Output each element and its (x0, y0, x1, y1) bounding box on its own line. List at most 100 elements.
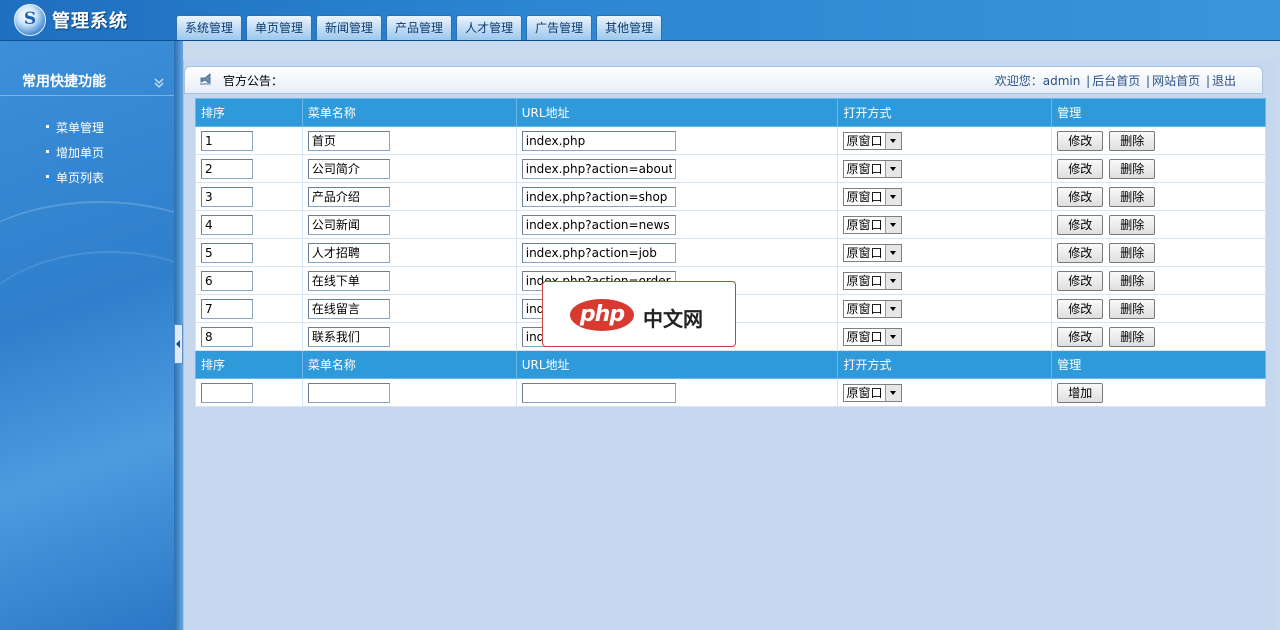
menu-name-input[interactable] (307, 158, 390, 179)
dropdown-arrow-icon (884, 132, 901, 149)
open-mode-select[interactable]: 原窗口 (843, 215, 902, 234)
dropdown-arrow-icon (884, 160, 901, 177)
menu-name-input[interactable] (307, 326, 390, 347)
select-value: 原窗口 (846, 273, 883, 288)
sidebar: 常用快捷功能 菜单管理 增加单页 单页列表 (0, 41, 174, 630)
select-value: 原窗口 (846, 133, 883, 148)
delete-button[interactable]: 删除 (1109, 214, 1156, 235)
new-name-input[interactable] (307, 382, 390, 403)
sidebar-item-page-list[interactable]: 单页列表 (46, 170, 104, 195)
double-chevron-down-icon[interactable] (154, 77, 164, 89)
order-input[interactable] (201, 242, 253, 263)
col-header-manage: 管理 (1051, 350, 1266, 379)
announcement-icon (200, 73, 211, 85)
delete-button[interactable]: 删除 (1109, 326, 1156, 347)
notice-bar: 官方公告： 欢迎您：admin | 后台首页 | 网站首页 | 退出 (184, 66, 1263, 94)
sidebar-item-menu-manage[interactable]: 菜单管理 (46, 120, 104, 145)
order-input[interactable] (201, 298, 253, 319)
nav-tab-jobs[interactable]: 人才管理 (456, 15, 523, 40)
order-input[interactable] (201, 270, 253, 291)
edit-button[interactable]: 修改 (1057, 270, 1104, 291)
dropdown-arrow-icon (884, 300, 901, 317)
url-input[interactable] (521, 242, 676, 263)
menu-name-input[interactable] (307, 298, 390, 319)
divider: | (1146, 74, 1151, 88)
add-button[interactable]: 增加 (1057, 382, 1104, 403)
url-input[interactable] (521, 214, 676, 235)
delete-button[interactable]: 删除 (1109, 298, 1156, 319)
nav-tab-products[interactable]: 产品管理 (386, 15, 453, 40)
select-value: 原窗口 (846, 385, 883, 400)
col-header-order: 排序 (195, 350, 303, 379)
nav-tab-pages[interactable]: 单页管理 (246, 15, 313, 40)
delete-button[interactable]: 删除 (1109, 186, 1156, 207)
watermark-text: 中文网 (643, 307, 703, 331)
nav-tab-ads[interactable]: 广告管理 (526, 15, 593, 40)
nav-tab-news[interactable]: 新闻管理 (316, 15, 383, 40)
edit-button[interactable]: 修改 (1057, 214, 1104, 235)
app-title: 管理系统 (52, 11, 128, 32)
top-header: 管理系统 系统管理 单页管理 新闻管理 产品管理 人才管理 广告管理 其他管理 (0, 0, 1280, 41)
delete-button[interactable]: 删除 (1109, 242, 1156, 263)
dropdown-arrow-icon (884, 384, 901, 401)
order-input[interactable] (201, 186, 253, 207)
order-input[interactable] (201, 158, 253, 179)
delete-button[interactable]: 删除 (1109, 130, 1156, 151)
open-mode-select[interactable]: 原窗口 (843, 243, 902, 262)
open-mode-select[interactable]: 原窗口 (843, 271, 902, 290)
nav-tab-other[interactable]: 其他管理 (596, 15, 663, 40)
col-header-manage: 管理 (1051, 98, 1266, 127)
open-mode-select[interactable]: 原窗口 (843, 299, 902, 318)
order-input[interactable] (201, 326, 253, 347)
username: admin (1042, 74, 1081, 88)
logout-link[interactable]: 退出 (1212, 74, 1236, 88)
menu-name-input[interactable] (307, 270, 390, 291)
collapse-sidebar-icon[interactable] (174, 324, 183, 364)
edit-button[interactable]: 修改 (1057, 130, 1104, 151)
new-row: 原窗口 增加 (195, 378, 1266, 407)
nav-tab-system[interactable]: 系统管理 (176, 15, 243, 40)
select-value: 原窗口 (846, 217, 883, 232)
dropdown-arrow-icon (884, 216, 901, 233)
delete-button[interactable]: 删除 (1109, 158, 1156, 179)
delete-button[interactable]: 删除 (1109, 270, 1156, 291)
sidebar-item-label: 菜单管理 (56, 121, 105, 135)
watermark-badge: php 中文网 (542, 281, 736, 347)
edit-button[interactable]: 修改 (1057, 186, 1104, 207)
edit-button[interactable]: 修改 (1057, 298, 1104, 319)
open-mode-select[interactable]: 原窗口 (843, 187, 902, 206)
logo-shield-icon (14, 4, 46, 36)
order-input[interactable] (201, 214, 253, 235)
new-url-input[interactable] (521, 382, 676, 403)
menu-name-input[interactable] (307, 214, 390, 235)
edit-button[interactable]: 修改 (1057, 326, 1104, 347)
url-input[interactable] (521, 130, 676, 151)
open-mode-select[interactable]: 原窗口 (843, 327, 902, 346)
new-order-input[interactable] (201, 382, 253, 403)
bullet-icon (46, 175, 49, 178)
menu-name-input[interactable] (307, 242, 390, 263)
admin-home-link[interactable]: 后台首页 (1092, 74, 1140, 88)
dropdown-arrow-icon (884, 244, 901, 261)
new-open-mode-select[interactable]: 原窗口 (843, 383, 902, 402)
menu-name-input[interactable] (307, 130, 390, 151)
url-input[interactable] (521, 158, 676, 179)
col-header-name: 菜单名称 (301, 350, 517, 379)
bullet-icon (46, 125, 49, 128)
table-row: 原窗口 修改删除 (195, 182, 1266, 211)
open-mode-select[interactable]: 原窗口 (843, 131, 902, 150)
url-input[interactable] (521, 186, 676, 207)
edit-button[interactable]: 修改 (1057, 242, 1104, 263)
select-value: 原窗口 (846, 329, 883, 344)
sidebar-title: 常用快捷功能 (22, 74, 106, 90)
sidebar-header[interactable]: 常用快捷功能 (0, 63, 174, 96)
open-mode-select[interactable]: 原窗口 (843, 159, 902, 178)
order-input[interactable] (201, 130, 253, 151)
sidebar-item-add-page[interactable]: 增加单页 (46, 145, 104, 170)
select-value: 原窗口 (846, 161, 883, 176)
php-logo: php (570, 299, 634, 331)
menu-name-input[interactable] (307, 186, 390, 207)
edit-button[interactable]: 修改 (1057, 158, 1104, 179)
col-header-name: 菜单名称 (301, 98, 517, 127)
site-home-link[interactable]: 网站首页 (1152, 74, 1200, 88)
